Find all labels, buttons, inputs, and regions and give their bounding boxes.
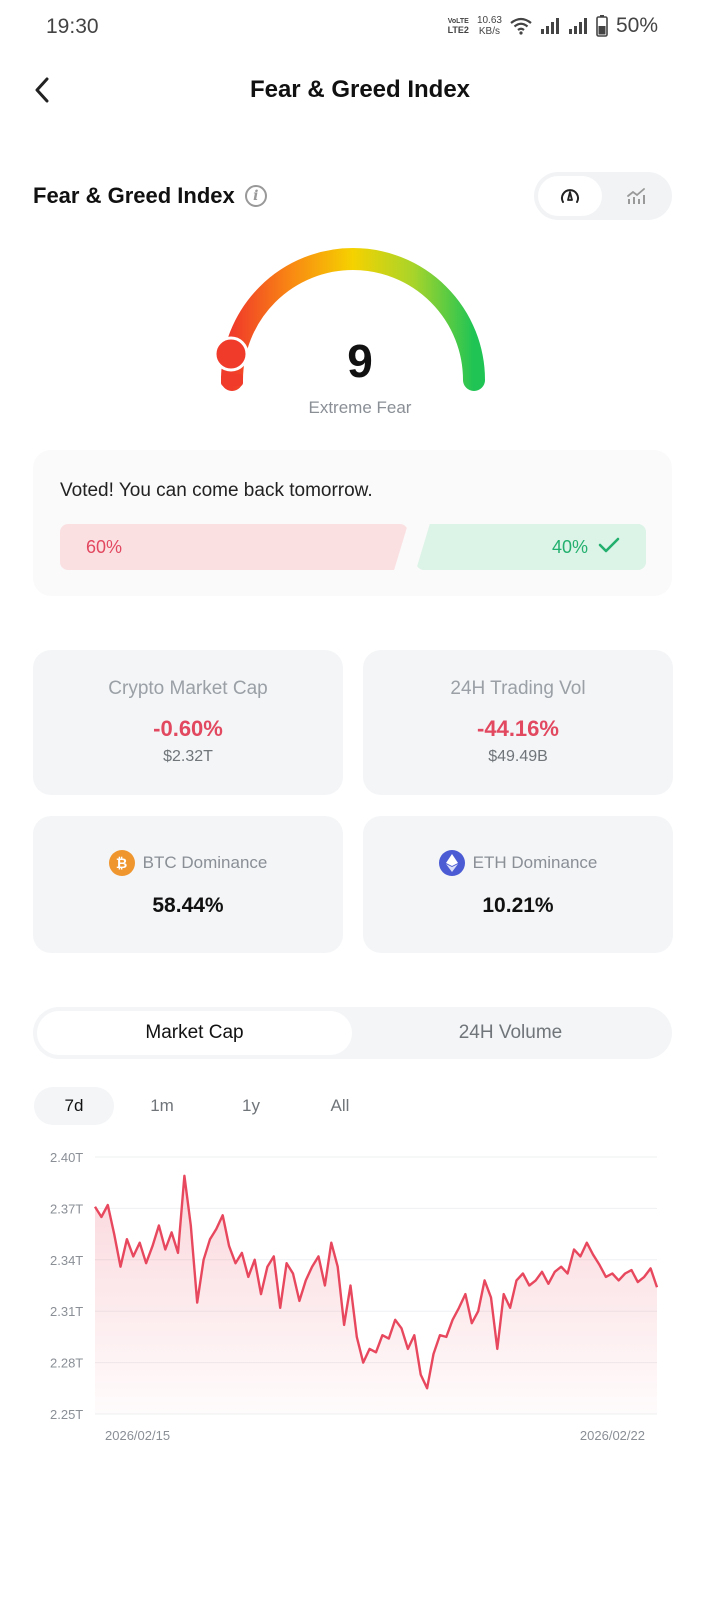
trading-vol-change: -44.16% bbox=[477, 716, 559, 741]
market-cap-chart[interactable]: 2.40T 2.37T 2.34T 2.31T 2.28T 2.25T 2026/02/1… bbox=[30, 1140, 670, 1460]
signal-icon-sim2 bbox=[568, 18, 587, 34]
tab-24h-volume[interactable]: 24H Volume bbox=[353, 1011, 668, 1055]
status-icons: VoLTE LTE2 10.63 KB/s 50% bbox=[448, 14, 658, 38]
x-tick-label: 2026/02/15 bbox=[105, 1428, 170, 1443]
chart-icon bbox=[627, 188, 645, 204]
chart-type-tabs: Market Cap 24H Volume bbox=[33, 1007, 672, 1059]
x-tick-label: 2026/02/22 bbox=[580, 1428, 645, 1443]
y-tick-label: 2.34T bbox=[50, 1253, 83, 1268]
lte-label: LTE2 bbox=[447, 25, 469, 35]
view-toggle bbox=[534, 172, 672, 220]
trading-vol-value: $49.49B bbox=[488, 748, 548, 765]
vote-card: Voted! You can come back tomorrow. 60% 4… bbox=[33, 450, 672, 596]
status-bar: 19:30 VoLTE LTE2 10.63 KB/s 50% bbox=[0, 0, 720, 54]
y-tick-label: 2.37T bbox=[50, 1201, 83, 1216]
btc-dominance-header: ₿ BTC Dominance bbox=[33, 850, 343, 876]
history-view-button[interactable] bbox=[604, 176, 668, 216]
market-cap-card[interactable]: Crypto Market Cap -0.60% $2.32T bbox=[33, 650, 343, 795]
market-cap-change: -0.60% bbox=[153, 716, 223, 741]
trading-vol-card[interactable]: 24H Trading Vol -44.16% $49.49B bbox=[363, 650, 673, 795]
range-tab-all[interactable]: All bbox=[300, 1087, 380, 1125]
btc-dominance-label: BTC Dominance bbox=[142, 853, 268, 872]
range-tab-1y[interactable]: 1y bbox=[211, 1087, 291, 1125]
range-tab-7d[interactable]: 7d bbox=[34, 1087, 114, 1125]
eth-dominance-label: ETH Dominance bbox=[472, 853, 598, 872]
chart-area bbox=[95, 1175, 657, 1414]
battery-icon bbox=[596, 15, 608, 37]
bitcoin-icon: ₿ bbox=[108, 850, 135, 876]
ethereum-icon bbox=[438, 850, 465, 876]
index-label: Extreme Fear bbox=[308, 398, 412, 417]
btc-dominance-card[interactable]: ₿ BTC Dominance 58.44% bbox=[33, 816, 343, 953]
eth-dominance-card[interactable]: ETH Dominance 10.21% bbox=[363, 816, 673, 953]
y-tick-label: 2.25T bbox=[50, 1407, 83, 1422]
index-value: 9 bbox=[347, 335, 373, 387]
vote-message: Voted! You can come back tomorrow. bbox=[60, 480, 373, 501]
trading-vol-label: 24H Trading Vol bbox=[450, 678, 586, 699]
volte-indicator: VoLTE LTE2 bbox=[448, 17, 469, 35]
eth-dominance-value: 10.21% bbox=[482, 894, 554, 917]
eth-dominance-header: ETH Dominance bbox=[363, 850, 673, 876]
app-header: Fear & Greed Index bbox=[0, 60, 720, 122]
info-icon[interactable]: i bbox=[244, 185, 267, 207]
btc-dominance-value: 58.44% bbox=[152, 894, 224, 917]
market-cap-value: $2.32T bbox=[163, 748, 213, 765]
y-tick-label: 2.28T bbox=[50, 1356, 83, 1371]
market-cap-label: Crypto Market Cap bbox=[108, 678, 268, 699]
status-time: 19:30 bbox=[46, 15, 99, 38]
signal-icon-sim1 bbox=[540, 18, 559, 34]
vote-greed-percent: 40% bbox=[551, 537, 588, 557]
battery-percent: 50% bbox=[615, 14, 658, 37]
check-icon bbox=[598, 537, 620, 553]
page-title: Fear & Greed Index bbox=[249, 76, 471, 103]
wifi-icon bbox=[510, 17, 532, 35]
y-tick-label: 2.31T bbox=[50, 1304, 83, 1319]
vote-fear-percent: 60% bbox=[86, 537, 123, 557]
gauge-view-button[interactable] bbox=[538, 176, 602, 216]
section-title-text: Fear & Greed Index bbox=[33, 183, 235, 208]
y-tick-label: 2.40T bbox=[50, 1150, 83, 1165]
tab-market-cap[interactable]: Market Cap bbox=[37, 1011, 352, 1055]
gauge-icon bbox=[561, 189, 579, 203]
network-speed-unit: KB/s bbox=[478, 26, 501, 37]
network-speed: 10.63 KB/s bbox=[477, 15, 502, 37]
range-tab-1m[interactable]: 1m bbox=[122, 1087, 202, 1125]
section-title: Fear & Greed Index i bbox=[33, 183, 267, 209]
network-speed-value: 10.63 bbox=[476, 15, 502, 26]
